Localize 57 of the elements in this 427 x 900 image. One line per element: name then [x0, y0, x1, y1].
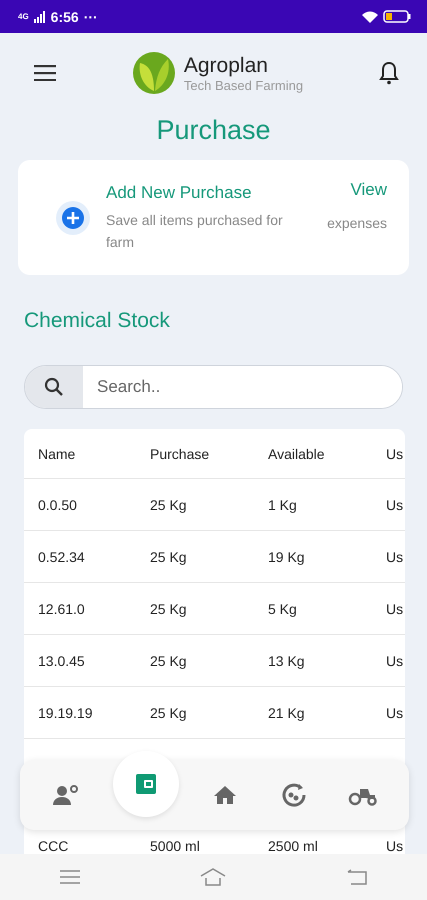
- bell-icon: [378, 61, 399, 85]
- search-icon: [44, 377, 64, 397]
- table-cell-text: Us: [386, 704, 404, 720]
- add-purchase-link[interactable]: Add New Purchase: [106, 182, 312, 202]
- table-cell-text: 5 Kg: [268, 600, 298, 616]
- menu-icon: [34, 65, 56, 81]
- table-cell-text: 5000 ml: [150, 838, 201, 854]
- column-header: Available: [268, 446, 326, 462]
- clock: 6:56: [50, 8, 79, 24]
- table-cell-text: 19 Kg: [268, 548, 306, 564]
- more-indicator: ···: [84, 8, 98, 24]
- leaf-logo-icon: [132, 51, 176, 95]
- table-cell-text: 1 Kg: [268, 496, 298, 512]
- harvest-icon: [281, 782, 308, 808]
- table-cell-text: Us: [386, 838, 404, 854]
- brand-name: Agroplan: [184, 54, 269, 78]
- brand-tagline: Tech Based Farming: [184, 78, 304, 92]
- table-cell-text: 25 Kg: [150, 600, 188, 616]
- table-cell-text: 25 Kg: [150, 548, 188, 564]
- table-cell-text: 13.0.45: [38, 652, 86, 668]
- table-cell-text: 25 Kg: [150, 704, 188, 720]
- table-cell-text: 2500 ml: [268, 838, 319, 854]
- back-icon: [346, 869, 367, 885]
- home-icon: [213, 783, 238, 807]
- network-label: 4G: [18, 12, 29, 21]
- table-cell-text: 19.19.19: [38, 704, 94, 720]
- table-cell-text: Us: [386, 652, 404, 668]
- card-description: Save all items purchased for farm: [106, 210, 284, 252]
- table-cell-text: CCC: [38, 838, 70, 854]
- column-header: Name: [38, 446, 76, 462]
- table-cell-text: 25 Kg: [150, 496, 188, 512]
- table-cell-text: Us: [386, 548, 404, 564]
- table-cell-text: Us: [386, 600, 404, 616]
- column-header: Purchase: [150, 446, 210, 462]
- notification-button[interactable]: [378, 61, 399, 85]
- home-outline-icon: [200, 868, 226, 886]
- view-caption: expenses: [327, 214, 387, 233]
- wallet-icon: [134, 772, 158, 796]
- table-cell-text: 25 Kg: [150, 652, 188, 668]
- wifi-icon: [362, 10, 378, 22]
- table-cell-text: 12.61.0: [38, 600, 86, 616]
- table-cell-text: 0.52.34: [38, 548, 86, 564]
- column-header: Us: [386, 446, 404, 462]
- table-cell-text: 0.0.50: [38, 496, 78, 512]
- page-title: Purchase: [155, 115, 272, 146]
- table-cell-text: Us: [386, 496, 404, 512]
- search-field[interactable]: Search..: [24, 365, 403, 409]
- menu-button[interactable]: [34, 65, 56, 81]
- battery-icon: [383, 10, 411, 23]
- menu-icon: [60, 870, 80, 884]
- worker-icon: [52, 783, 80, 807]
- add-icon[interactable]: [56, 200, 90, 234]
- signal-icon: [34, 10, 46, 22]
- section-title: Chemical Stock: [24, 309, 171, 333]
- view-link[interactable]: View: [350, 180, 387, 200]
- table-cell-text: 21 Kg: [268, 704, 306, 720]
- table-cell-text: 13 Kg: [268, 652, 306, 668]
